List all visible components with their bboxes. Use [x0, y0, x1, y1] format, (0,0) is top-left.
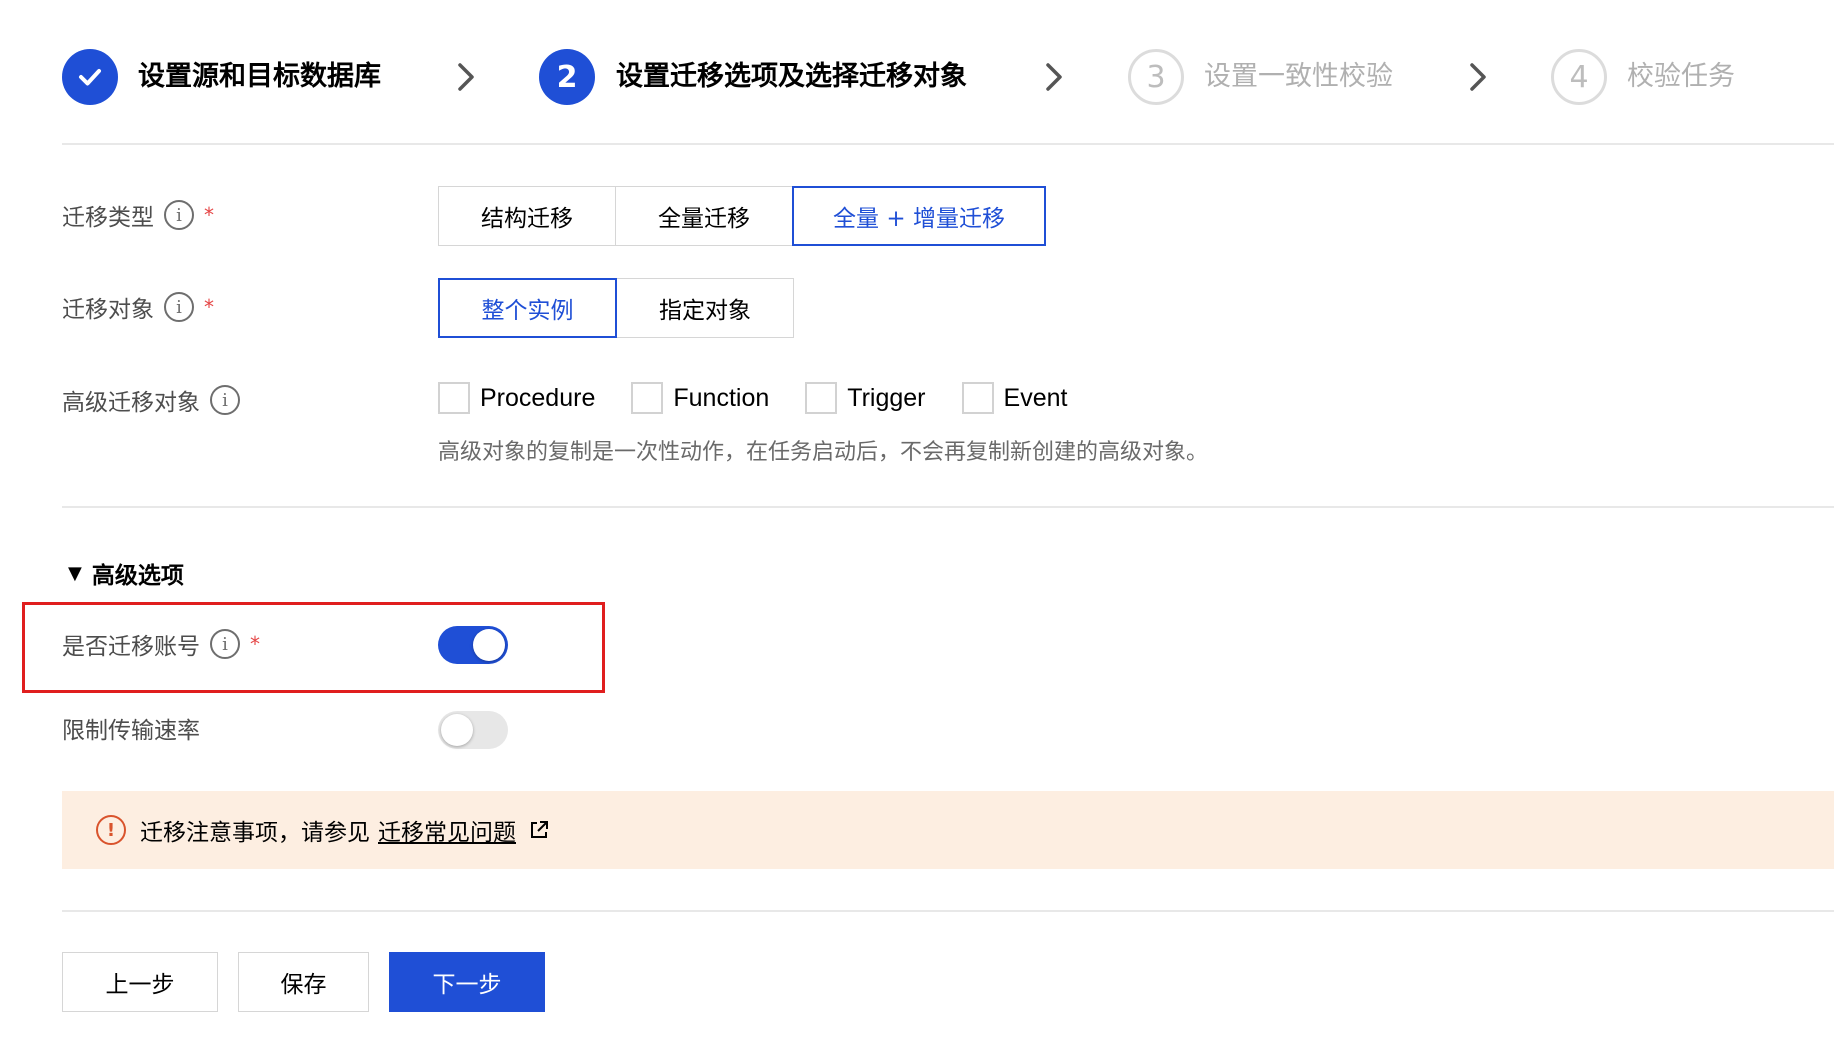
external-link-icon[interactable]: [528, 819, 550, 841]
chevron-right-icon: [1046, 63, 1062, 91]
advanced-objects-checkboxes: Procedure Function Trigger Event: [438, 382, 1103, 414]
limit-rate-label: 限制传输速率: [62, 708, 200, 748]
trigger-label: Trigger: [847, 383, 926, 412]
step-3-label: 设置一致性校验: [1204, 61, 1393, 92]
step-2-label: 设置迁移选项及选择迁移对象: [616, 61, 967, 92]
save-button[interactable]: 保存: [238, 952, 369, 1012]
migration-notice: ! 迁移注意事项，请参见 迁移常见问题: [62, 791, 1834, 869]
trigger-checkbox[interactable]: [805, 382, 838, 414]
migrate-accounts-label-text: 是否迁移账号: [62, 634, 200, 660]
procedure-checkbox[interactable]: [438, 382, 470, 414]
required-mark: *: [250, 632, 260, 656]
info-icon[interactable]: i: [164, 200, 194, 230]
info-icon[interactable]: i: [164, 292, 194, 322]
limit-rate-label-text: 限制传输速率: [62, 718, 200, 744]
step-3-number: 3: [1128, 49, 1184, 105]
migrate-accounts-toggle[interactable]: [438, 626, 508, 664]
required-mark: *: [204, 295, 214, 319]
migration-object-option-specified[interactable]: 指定对象: [616, 278, 794, 338]
steps-divider: [62, 143, 1834, 145]
advanced-options-title: 高级选项: [91, 563, 184, 589]
required-mark: *: [204, 203, 214, 227]
step-4-number: 4: [1551, 49, 1607, 105]
function-checkbox[interactable]: [631, 382, 664, 414]
form-divider: [62, 506, 1834, 508]
step-1-label: 设置源和目标数据库: [138, 61, 381, 92]
caret-down-icon: ▼: [68, 562, 82, 584]
info-icon[interactable]: i: [210, 385, 240, 415]
toggle-knob: [441, 714, 473, 746]
migration-type-label: 迁移类型 i *: [62, 195, 214, 235]
migration-type-segmented: 结构迁移 全量迁移 全量 + 增量迁移: [438, 186, 1046, 246]
next-step-button[interactable]: 下一步: [389, 952, 545, 1012]
migration-type-label-text: 迁移类型: [62, 205, 154, 231]
procedure-label: Procedure: [480, 383, 596, 412]
event-label: Event: [1003, 383, 1068, 412]
migration-type-option-full[interactable]: 全量迁移: [615, 186, 793, 246]
migration-object-label-text: 迁移对象: [62, 297, 154, 323]
faq-link[interactable]: 迁移常见问题: [378, 813, 516, 847]
chevron-right-icon: [458, 63, 474, 91]
limit-rate-toggle[interactable]: [438, 711, 508, 749]
migration-object-segmented: 整个实例 指定对象: [438, 278, 794, 338]
step-2-number: 2: [539, 49, 595, 105]
advanced-options-toggle[interactable]: ▼ 高级选项: [68, 556, 184, 590]
migration-object-label: 迁移对象 i *: [62, 287, 214, 327]
advanced-objects-label-text: 高级迁移对象: [62, 390, 200, 416]
migration-object-option-whole-instance[interactable]: 整个实例: [438, 278, 617, 338]
migration-type-option-structure[interactable]: 结构迁移: [438, 186, 616, 246]
migration-type-option-full-incremental[interactable]: 全量 + 增量迁移: [792, 186, 1046, 246]
toggle-knob: [473, 629, 505, 661]
function-label: Function: [673, 383, 770, 412]
advanced-objects-hint: 高级对象的复制是一次性动作，在任务启动后，不会再复制新创建的高级对象。: [438, 440, 1209, 465]
info-icon[interactable]: i: [210, 629, 240, 659]
notice-text: 迁移注意事项，请参见: [140, 820, 370, 846]
advanced-objects-label: 高级迁移对象 i: [62, 380, 240, 420]
prev-step-button[interactable]: 上一步: [62, 952, 218, 1012]
migrate-accounts-label: 是否迁移账号 i *: [62, 624, 260, 664]
step-4-label: 校验任务: [1627, 61, 1735, 92]
chevron-right-icon: [1470, 63, 1486, 91]
event-checkbox[interactable]: [961, 382, 994, 414]
step-1-done-icon: [62, 49, 118, 105]
warning-icon: !: [96, 815, 126, 845]
footer-divider: [62, 910, 1834, 912]
